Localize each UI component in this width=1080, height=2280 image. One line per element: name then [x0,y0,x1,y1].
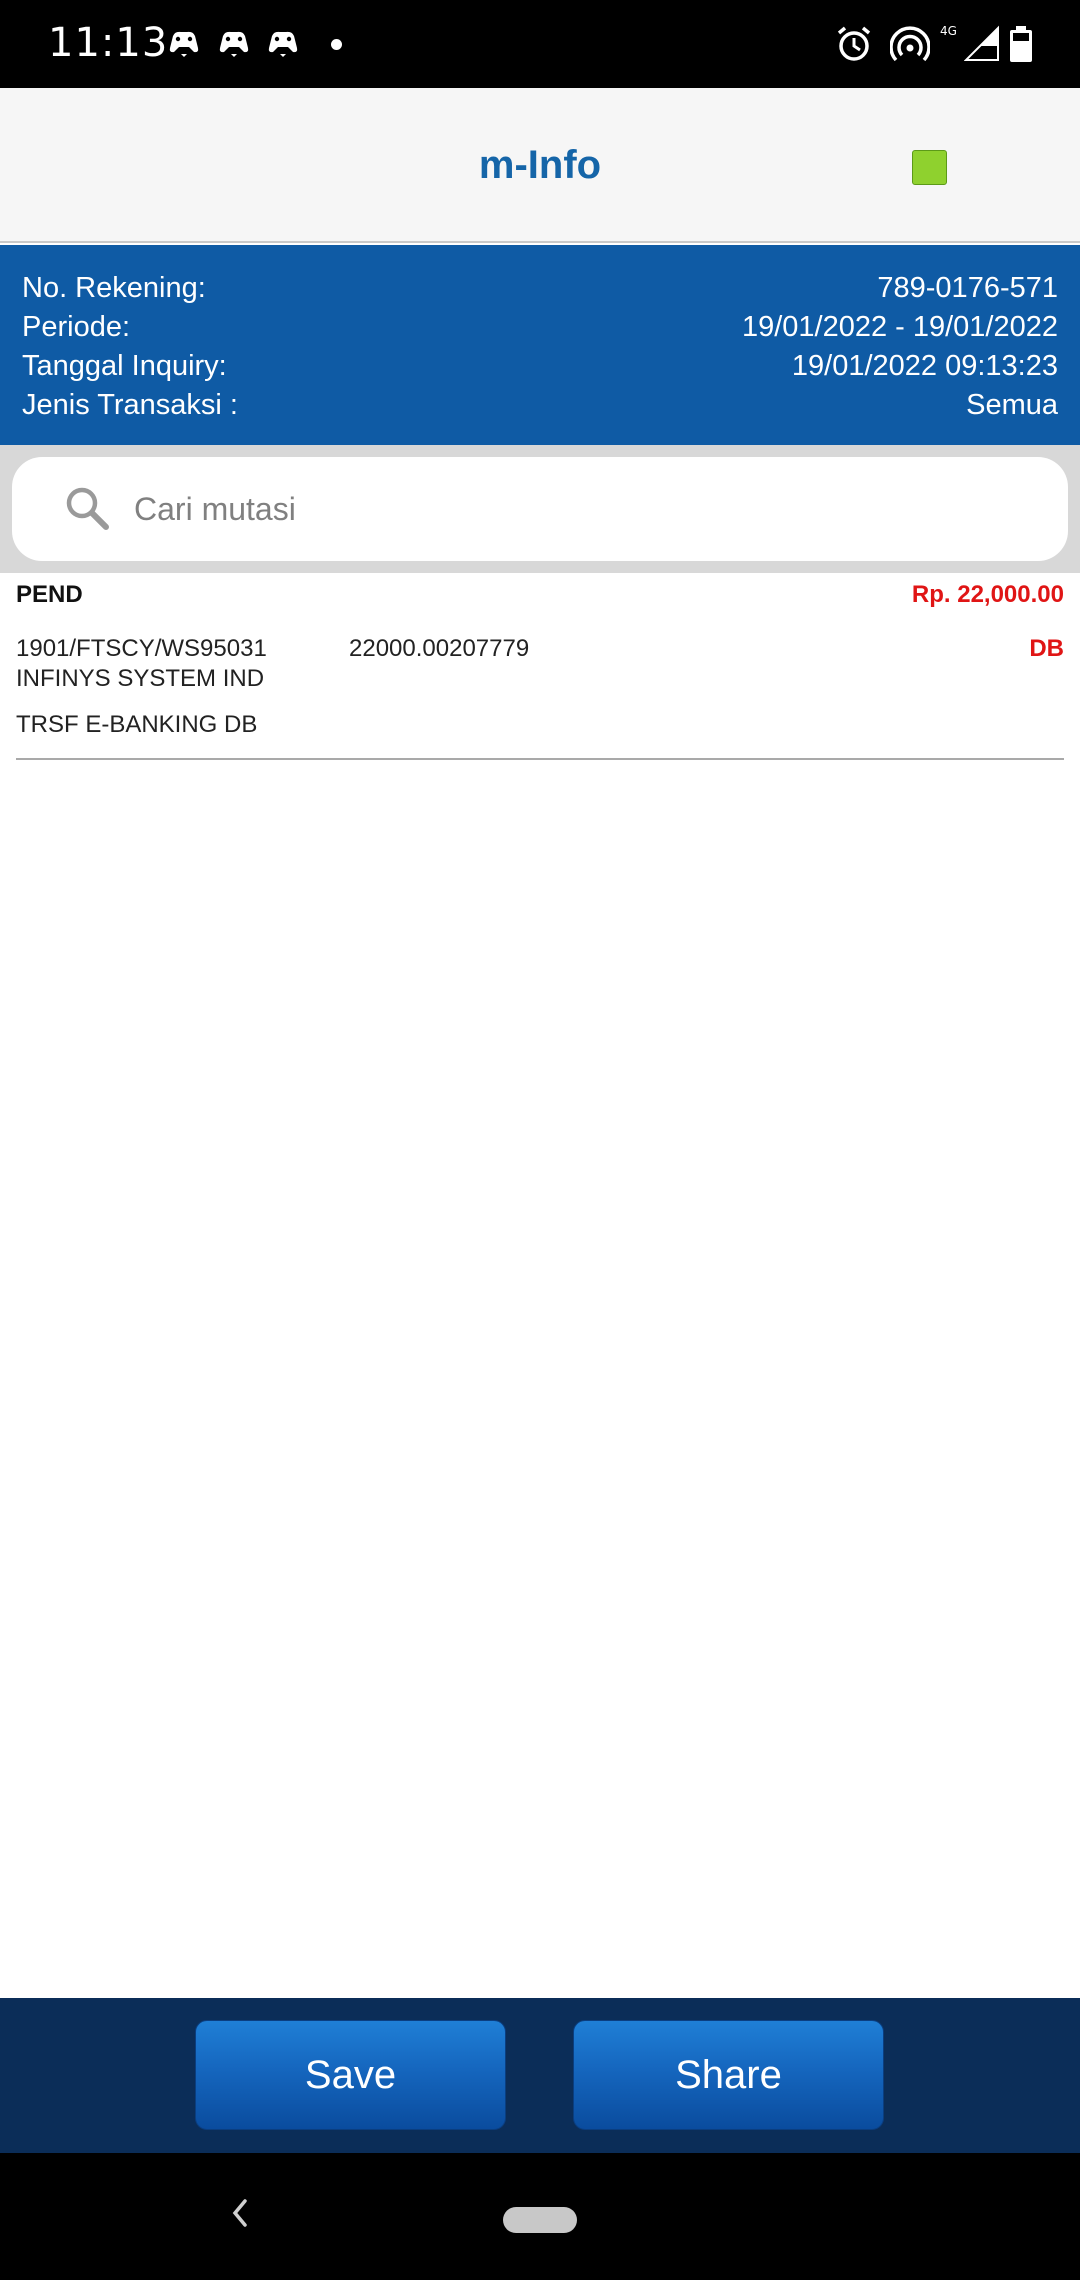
back-icon[interactable] [225,2193,255,2233]
info-value: 19/01/2022 - 19/01/2022 [741,311,1058,343]
transaction-item[interactable]: PEND Rp. 22,000.00 1901/FTSCY/WS95031 22… [16,573,1064,760]
network-type-label: 4G [940,24,957,38]
transaction-type-badge: DB [1029,635,1064,662]
game-controller-notification-icon [219,31,249,57]
transaction-status: PEND [16,581,83,608]
game-controller-notification-icon [268,31,298,57]
info-value: 19/01/2022 09:13:23 [791,350,1058,382]
transaction-code: 22000.00207779 [349,635,530,662]
transaction-counterparty: INFINYS SYSTEM IND [16,665,265,692]
more-notifications-dot [331,39,342,50]
search-bar [0,445,1080,573]
info-row-account-number: No. Rekening: 789-0176-571 [22,269,1058,308]
status-bar: 11:13 4G [0,0,1080,88]
share-button[interactable]: Share [573,2020,884,2130]
info-label: Tanggal Inquiry: [22,350,227,382]
info-label: No. Rekening: [22,272,206,304]
info-value: 789-0176-571 [877,272,1058,304]
status-time: 11:13 [48,20,169,66]
info-row-inquiry-date: Tanggal Inquiry: 19/01/2022 09:13:23 [22,347,1058,386]
transaction-amount: Rp. 22,000.00 [911,581,1064,608]
battery-icon [1010,26,1032,62]
signal-icon [964,25,999,61]
connection-indicator [912,150,947,185]
search-input[interactable] [134,485,1034,533]
save-button[interactable]: Save [195,2020,506,2130]
info-label: Periode: [22,311,131,343]
info-value: Semua [966,389,1058,421]
alarm-icon [837,26,871,61]
info-row-period: Periode: 19/01/2022 - 19/01/2022 [22,308,1058,347]
transaction-description: TRSF E-BANKING DB [16,711,258,738]
search-icon [66,487,109,530]
info-label: Jenis Transaksi : [22,389,238,421]
hotspot-icon [890,26,930,62]
app-header: m-Info [0,88,1080,243]
account-info-panel: No. Rekening: 789-0176-571 Periode: 19/0… [0,245,1080,445]
game-controller-notification-icon [169,31,199,57]
transaction-reference: 1901/FTSCY/WS95031 [16,635,267,662]
bottom-action-bar: Save Share [0,1998,1080,2153]
info-row-transaction-type: Jenis Transaksi : Semua [22,386,1058,425]
search-box[interactable] [12,457,1068,561]
home-handle[interactable] [503,2207,577,2233]
